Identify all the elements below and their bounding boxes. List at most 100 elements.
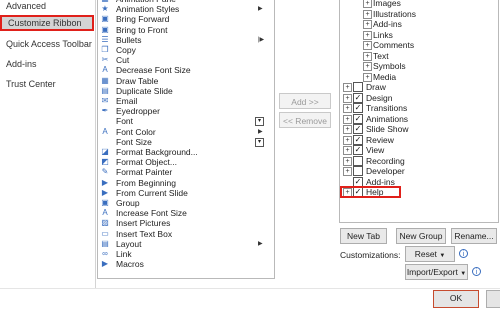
submenu-arrow-icon: ▶ [258,6,263,13]
expand-icon[interactable]: + [363,30,372,40]
add-button[interactable]: Add >> [279,93,331,109]
expand-icon[interactable]: + [363,51,372,61]
command-list-item[interactable]: ▨ Insert Pictures [98,218,258,228]
command-list-item[interactable]: A Font Color ▶ [98,126,262,137]
command-list-item[interactable]: ▤ Layout ▶ [98,238,262,249]
tab-checkbox[interactable]: ✓ [353,103,363,113]
expand-icon[interactable]: + [343,104,352,113]
tab-checkbox[interactable]: ✓ [353,134,363,145]
command-list-item[interactable]: ✎ Format Painter [98,167,258,177]
command-list-item[interactable]: ▦ Draw Table [98,76,258,86]
expand-icon[interactable]: + [343,114,352,124]
command-list-item[interactable]: ▣ Bring Forward [98,14,258,24]
format-object-icon: ◩ [101,157,109,167]
link-icon: ∞ [102,249,108,258]
expand-icon[interactable]: + [343,135,352,145]
expand-icon[interactable]: + [343,146,352,155]
combo-box-icon: ▾ [255,137,264,147]
expand-icon[interactable]: + [343,83,352,92]
command-list-item[interactable]: ◩ Format Object... [98,157,258,167]
tree-item-label: Transitions [366,103,408,113]
command-list-item[interactable]: ▶ From Current Slide [98,188,258,198]
command-label: Animation Styles [116,4,180,15]
submenu-arrow-icon: ▶ [258,128,263,135]
tab-checkbox[interactable]: ✓ [353,113,363,124]
command-list-item[interactable]: ❐ Copy [98,45,258,55]
expand-icon[interactable]: + [343,93,352,103]
tab-checkbox[interactable] [353,82,363,92]
font-color-icon: A [102,126,108,136]
split-submenu-arrow-icon: |▶ [258,36,265,43]
import-export-dropdown[interactable]: Import/Export ▼ [405,264,468,280]
decrease-font-size-icon: A [102,65,108,75]
info-icon[interactable]: i [472,267,481,276]
command-list-item[interactable]: A Increase Font Size [98,208,258,218]
command-label: Font Color [116,126,156,137]
format-painter-icon: ✎ [101,167,109,177]
ok-label: OK [449,293,463,303]
new-group-button[interactable]: New Group [396,228,446,244]
tab-checkbox[interactable] [353,155,363,166]
command-list-item[interactable]: ▶ From Beginning [98,178,258,188]
command-list-item[interactable]: ✒ Eyedropper [98,106,258,116]
nav-item-trust-center[interactable]: Trust Center [0,76,94,92]
cancel-button[interactable] [486,290,500,308]
options-nav-pane: Advanced Customize Ribbon Quick Access T… [0,0,96,288]
tab-checkbox[interactable]: ✓ [353,176,363,187]
commands-list[interactable]: ▦Animation Pane★Animation Styles▶▣Bring … [97,0,275,279]
bring-to-front-icon: ▣ [101,24,109,34]
command-list-item[interactable]: ▤ Duplicate Slide [98,86,258,96]
duplicate-slide-icon: ▤ [101,85,109,95]
expand-icon[interactable]: + [363,41,372,50]
command-list-item[interactable]: ▣ Group [98,198,258,208]
tab-checkbox[interactable]: ✓ [353,124,363,134]
rename-button[interactable]: Rename... [451,228,497,244]
nav-item-add-ins[interactable]: Add-ins [0,56,94,72]
expand-icon[interactable]: + [363,62,372,71]
info-icon[interactable]: i [459,249,468,258]
command-list-item[interactable]: A Decrease Font Size [98,65,258,75]
command-list-item[interactable]: ✂ Cut [98,55,258,65]
expand-icon[interactable]: + [343,125,352,134]
tree-item-label: Comments [373,40,415,50]
command-list-item[interactable]: ☰ Bullets |▶ [98,34,264,45]
nav-item-advanced[interactable]: Advanced [0,0,94,14]
command-label: From Current Slide [116,187,188,198]
layout-icon: ▤ [101,238,109,248]
command-list-item[interactable]: ▭ Insert Text Box [98,229,258,239]
tab-checkbox[interactable]: ✓ [353,92,363,103]
format-background-icon: ◪ [101,147,109,156]
command-list-item[interactable]: ▶ Macros [98,259,258,269]
command-list-item[interactable]: Font ▾ [98,116,264,127]
expand-icon[interactable]: + [363,72,372,82]
new-tab-button[interactable]: New Tab [340,228,387,244]
tree-item-label: Developer [366,166,405,176]
command-label: Format Background... [116,147,198,157]
command-label: Bullets [116,34,142,45]
command-list-item[interactable]: ★ Animation Styles ▶ [98,4,262,15]
nav-item-quick-access-toolbar[interactable]: Quick Access Toolbar [0,36,94,52]
command-list-item[interactable]: ▣ Bring to Front [98,25,258,35]
tree-item-label: Slide Show [366,124,409,134]
command-label: Font [116,116,134,127]
command-list-item[interactable]: ∞ Link [98,249,258,259]
nav-item-customize-ribbon[interactable]: Customize Ribbon [0,15,94,31]
expand-icon[interactable]: + [343,167,352,176]
command-list-item[interactable]: Font Size ▾ [98,137,264,147]
expand-icon[interactable]: + [343,156,352,166]
tab-checkbox[interactable]: ✓ [353,145,363,155]
reset-dropdown[interactable]: Reset ▼ [405,246,455,262]
command-list-item[interactable]: ◪ Format Background... [98,147,258,157]
command-label: Bring to Front [116,24,168,35]
remove-button[interactable]: << Remove [279,112,331,128]
tree-item-label: Review [366,134,394,145]
ok-button[interactable]: OK [433,290,479,308]
insert-text-box-icon: ▭ [101,228,109,238]
expand-icon[interactable]: + [363,0,372,8]
copy-icon: ❐ [101,45,109,54]
expand-icon[interactable]: + [363,20,372,29]
expand-icon[interactable]: + [363,9,372,19]
tree-item-label: Draw [366,82,386,92]
command-list-item[interactable]: ✉ Email [98,96,258,106]
tab-checkbox[interactable] [353,166,363,176]
